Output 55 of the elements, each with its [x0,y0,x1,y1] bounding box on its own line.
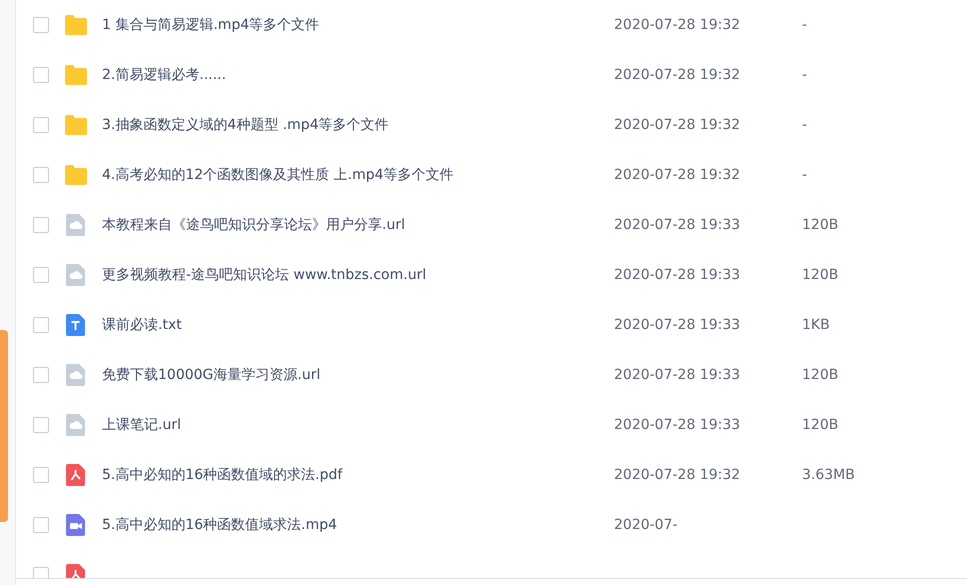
file-name[interactable]: 1 集合与简易逻辑.mp4等多个文件 [102,16,614,34]
checkbox[interactable] [33,67,49,83]
modified-date: 2020-07-28 19:33 [614,317,742,333]
checkbox[interactable] [33,317,49,333]
cloud-file-icon [64,363,88,387]
file-name[interactable]: 3.抽象函数定义域的4种题型 .mp4等多个文件 [102,116,614,134]
file-name[interactable]: 4.高考必知的12个函数图像及其性质 上.mp4等多个文件 [102,166,614,184]
file-name[interactable]: 更多视频教程-途鸟吧知识论坛 www.tnbzs.com.url [102,266,614,284]
text-file-icon [64,313,88,337]
checkbox[interactable] [33,267,49,283]
folder-icon [64,63,88,87]
modified-date: 2020-07-28 19:33 [614,417,742,433]
file-name[interactable]: 上课笔记.url [102,416,614,434]
checkbox[interactable] [33,367,49,383]
file-size: - [802,117,808,133]
file-size: 3.63MB [802,467,855,483]
checkbox[interactable] [33,417,49,433]
file-size: 120B [802,417,838,433]
checkbox[interactable] [33,167,49,183]
cloud-file-icon [64,413,88,437]
modified-date: 2020-07-28 19:33 [614,267,742,283]
video-file-icon [64,513,88,537]
file-size: 120B [802,217,838,233]
folder-icon [64,163,88,187]
folder-icon [64,13,88,37]
cloud-file-icon [64,263,88,287]
file-size: - [802,67,808,83]
checkbox[interactable] [33,117,49,133]
file-name[interactable]: 2.简易逻辑必考...... [102,66,614,84]
modified-date: 2020-07-28 19:32 [614,467,742,483]
checkbox[interactable] [33,517,49,533]
file-size: 1KB [802,317,830,333]
file-name[interactable]: 课前必读.txt [102,316,614,334]
modified-date: 2020-07- [614,517,679,533]
file-size: 120B [802,367,838,383]
checkbox[interactable] [33,217,49,233]
file-name[interactable]: 5.高中必知的16种函数值域求法.mp4 [102,516,614,534]
modified-date: 2020-07-28 19:32 [614,167,742,183]
file-size: - [802,167,808,183]
modified-date: 2020-07-28 19:32 [614,117,742,133]
side-tab[interactable] [0,330,8,522]
file-size: - [802,17,808,33]
checkbox[interactable] [33,467,49,483]
modified-date: 2020-07-28 19:33 [614,367,742,383]
file-size: 120B [802,267,838,283]
cloud-file-icon [64,213,88,237]
folder-icon [64,113,88,137]
file-name[interactable]: 本教程来自《途鸟吧知识分享论坛》用户分享.url [102,216,614,234]
modified-date: 2020-07-28 19:32 [614,17,742,33]
modified-date: 2020-07-28 19:32 [614,67,742,83]
modified-date: 2020-07-28 19:33 [614,217,742,233]
checkbox[interactable] [33,17,49,33]
file-name[interactable]: 免费下载10000G海量学习资源.url [102,366,614,384]
file-name[interactable]: 5.高中必知的16种函数值域的求法.pdf [102,466,614,484]
pdf-file-icon [64,463,88,487]
